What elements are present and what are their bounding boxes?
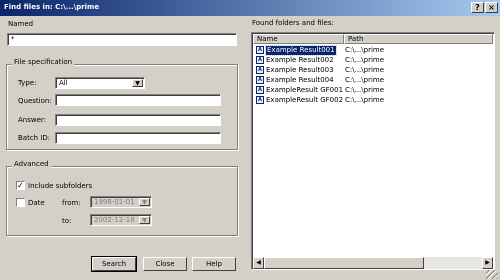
file-spec-group-label: File specification [12, 58, 75, 66]
batch-id-input[interactable] [55, 132, 221, 144]
include-subfolders-label: Include subfolders [28, 182, 93, 190]
type-select[interactable]: All ▼ [55, 77, 145, 89]
advanced-group-label: Advanced [12, 160, 51, 168]
list-item-name: Example Result001 [265, 45, 337, 56]
list-item[interactable]: A Example Result002 C:\...\prime [256, 56, 490, 65]
close-button[interactable]: Close [143, 257, 187, 271]
scroll-left-icon[interactable]: ◀ [253, 257, 264, 269]
list-item-path: C:\...\prime [345, 66, 385, 74]
include-subfolders-checkbox[interactable]: ✓ [16, 181, 25, 190]
list-item-path: C:\...\prime [345, 56, 385, 64]
list-item-path: C:\...\prime [345, 46, 385, 54]
date-checkbox[interactable] [16, 198, 25, 207]
list-item-path: C:\...\prime [345, 86, 385, 94]
chevron-down-icon[interactable]: ▼ [139, 198, 150, 206]
from-date-select[interactable]: 1998-01-01 ▼ [90, 196, 152, 208]
file-icon: A [256, 86, 264, 94]
close-icon[interactable]: × [485, 2, 498, 13]
help-icon[interactable]: ? [471, 2, 484, 13]
to-date-value: 2002-12-18 [94, 216, 135, 224]
type-label: Type: [18, 79, 37, 87]
question-label: Question: [18, 97, 52, 105]
to-label: to: [62, 217, 72, 225]
batch-id-label: Batch ID: [18, 134, 51, 142]
list-item[interactable]: A Example Result004 C:\...\prime [256, 76, 490, 85]
list-item-name: ExampleResult GF001 [266, 86, 344, 94]
resize-grip-icon[interactable] [486, 270, 498, 279]
file-icon: A [256, 66, 264, 74]
title-bar[interactable]: Find files in: C:\...\prime ? × [0, 0, 500, 16]
answer-label: Answer: [18, 116, 47, 124]
file-icon: A [256, 56, 264, 64]
from-date-value: 1998-01-01 [94, 198, 135, 206]
search-button[interactable]: Search [91, 256, 137, 272]
list-item-name: Example Result002 [266, 56, 334, 64]
type-select-value: All [59, 79, 68, 87]
named-input[interactable]: * [7, 33, 237, 46]
chevron-down-icon[interactable]: ▼ [132, 79, 143, 87]
named-label: Named [8, 20, 34, 28]
column-header-path[interactable]: Path [344, 34, 493, 44]
list-item-name: Example Result004 [266, 76, 334, 84]
results-list[interactable]: Name Path A Example Result001 C:\...\pri… [251, 32, 495, 270]
list-item[interactable]: A Example Result003 C:\...\prime [256, 66, 490, 75]
window-title: Find files in: C:\...\prime [4, 3, 100, 11]
scroll-right-icon[interactable]: ▶ [482, 257, 493, 269]
horizontal-scrollbar[interactable]: ◀ ▶ [253, 257, 493, 269]
list-item[interactable]: A Example Result001 C:\...\prime [256, 45, 490, 56]
chevron-down-icon[interactable]: ▼ [139, 216, 150, 224]
to-date-select[interactable]: 2002-12-18 ▼ [90, 214, 152, 226]
scroll-thumb[interactable] [264, 257, 424, 269]
list-item[interactable]: A ExampleResult GF002 C:\...\prime [256, 96, 490, 105]
answer-input[interactable] [55, 114, 221, 126]
list-item[interactable]: A ExampleResult GF001 C:\...\prime [256, 86, 490, 95]
help-button[interactable]: Help [192, 257, 236, 271]
results-label: Found folders and files: [252, 19, 334, 27]
named-input-value: * [11, 35, 15, 43]
list-item-name: Example Result003 [266, 66, 334, 74]
file-icon: A [256, 76, 264, 84]
list-item-name: ExampleResult GF002 [266, 96, 344, 104]
file-icon: A [256, 46, 264, 54]
column-header-name[interactable]: Name [253, 34, 344, 44]
from-label: from: [62, 199, 81, 207]
list-item-path: C:\...\prime [345, 96, 385, 104]
date-label: Date [28, 199, 45, 207]
file-icon: A [256, 96, 264, 104]
question-input[interactable] [55, 94, 221, 106]
list-item-path: C:\...\prime [345, 76, 385, 84]
